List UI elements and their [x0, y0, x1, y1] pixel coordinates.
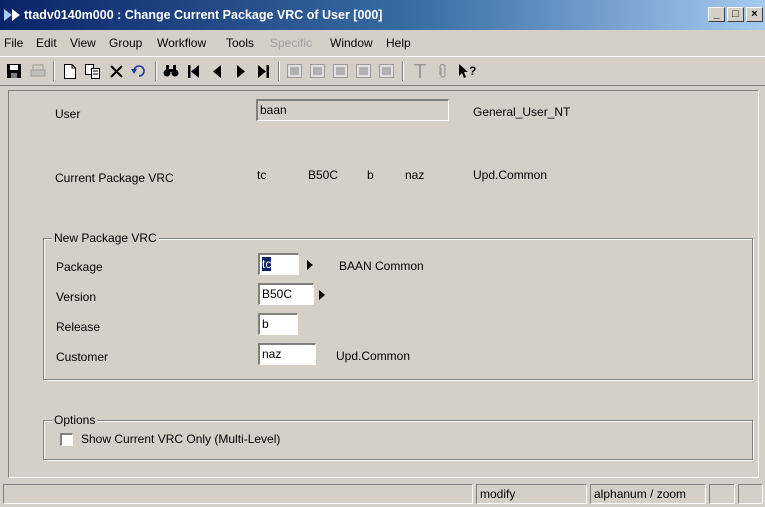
show-current-vrc-label: Show Current VRC Only (Multi-Level) — [81, 432, 281, 446]
package-description: BAAN Common — [339, 259, 424, 273]
user-value: baan — [260, 103, 287, 117]
status-panel-4 — [709, 484, 735, 504]
find-icon[interactable] — [160, 61, 182, 81]
grid4-icon — [352, 61, 374, 81]
undo-icon[interactable] — [128, 61, 150, 81]
menu-group[interactable]: Group — [109, 36, 142, 50]
toolbar-separator — [402, 61, 404, 81]
close-icon: × — [751, 8, 758, 20]
delete-icon[interactable] — [105, 61, 127, 81]
current-vrc-label: Current Package VRC — [55, 171, 174, 185]
toolbar: ? — [0, 56, 765, 86]
options-group: Options Show Current VRC Only (Multi-Lev… — [43, 413, 753, 460]
version-label: Version — [56, 290, 97, 304]
app-icon — [4, 9, 20, 21]
package-zoom-arrow-icon[interactable] — [307, 260, 313, 270]
new-package-vrc-group: New Package VRC Package tc BAAN Common V… — [43, 231, 753, 380]
status-panel-5 — [738, 484, 763, 504]
toolbar-separator — [278, 61, 280, 81]
menu-window[interactable]: Window — [330, 36, 373, 50]
current-package-value: tc — [257, 168, 267, 182]
grid1-icon — [283, 61, 305, 81]
current-customer-value: naz — [405, 168, 425, 182]
release-value: b — [262, 317, 269, 331]
title-bar: ttadv0140m000 : Change Current Package V… — [0, 0, 765, 30]
menu-help[interactable]: Help — [386, 36, 411, 50]
version-value: B50C — [262, 287, 293, 301]
release-field[interactable]: b — [258, 313, 298, 335]
release-label: Release — [56, 320, 101, 334]
menu-bar: File Edit View Group Workflow Tools Spec… — [0, 32, 765, 54]
maximize-icon: □ — [732, 8, 739, 20]
maximize-button[interactable]: □ — [727, 7, 744, 22]
menu-file[interactable]: File — [4, 36, 23, 50]
customer-description: Upd.Common — [336, 349, 411, 363]
save-icon[interactable] — [3, 61, 25, 81]
window-title: ttadv0140m000 : Change Current Package V… — [24, 8, 383, 22]
status-bar: modify alphanum / zoom — [0, 483, 765, 505]
grid3-icon — [329, 61, 351, 81]
close-button[interactable]: × — [746, 7, 763, 22]
current-release-value: b — [367, 168, 374, 182]
current-version-value: B50C — [308, 168, 339, 182]
new-icon[interactable] — [59, 61, 81, 81]
copy-icon[interactable] — [82, 61, 104, 81]
current-description: Upd.Common — [473, 168, 548, 182]
grid2-icon — [306, 61, 328, 81]
previous-record-icon[interactable] — [206, 61, 228, 81]
menu-workflow[interactable]: Workflow — [157, 36, 206, 50]
text-icon — [409, 61, 431, 81]
new-package-vrc-title: New Package VRC — [52, 231, 159, 245]
grid5-icon — [375, 61, 397, 81]
user-label: User — [55, 107, 81, 121]
svg-text:?: ? — [469, 64, 476, 78]
status-mode-panel: modify — [476, 484, 587, 504]
version-field[interactable]: B50C — [258, 283, 314, 305]
package-value: tc — [262, 257, 272, 271]
show-current-vrc-checkbox[interactable] — [60, 433, 73, 446]
toolbar-separator — [155, 61, 157, 81]
customer-value: naz — [262, 347, 282, 361]
customer-field[interactable]: naz — [258, 343, 316, 365]
first-record-icon[interactable] — [183, 61, 205, 81]
user-description: General_User_NT — [473, 105, 571, 119]
minimize-button[interactable]: _ — [708, 7, 725, 22]
help-icon[interactable]: ? — [457, 61, 479, 81]
package-field[interactable]: tc — [258, 253, 299, 275]
last-record-icon[interactable] — [252, 61, 274, 81]
menu-tools[interactable]: Tools — [226, 36, 254, 50]
package-label: Package — [56, 260, 103, 274]
toolbar-separator — [53, 61, 55, 81]
status-message-panel — [3, 484, 473, 504]
menu-edit[interactable]: Edit — [36, 36, 57, 50]
status-field-type-panel: alphanum / zoom — [590, 484, 706, 504]
next-record-icon[interactable] — [229, 61, 251, 81]
options-title: Options — [52, 413, 98, 427]
menu-view[interactable]: View — [70, 36, 96, 50]
attachment-icon — [432, 61, 454, 81]
form-panel: User baan General_User_NT Current Packag… — [8, 90, 759, 478]
customer-label: Customer — [56, 350, 109, 364]
print-icon — [27, 61, 49, 81]
minimize-icon: _ — [713, 8, 720, 20]
menu-specific: Specific — [270, 36, 313, 50]
user-field: baan — [256, 99, 449, 121]
version-zoom-arrow-icon[interactable] — [319, 290, 325, 300]
